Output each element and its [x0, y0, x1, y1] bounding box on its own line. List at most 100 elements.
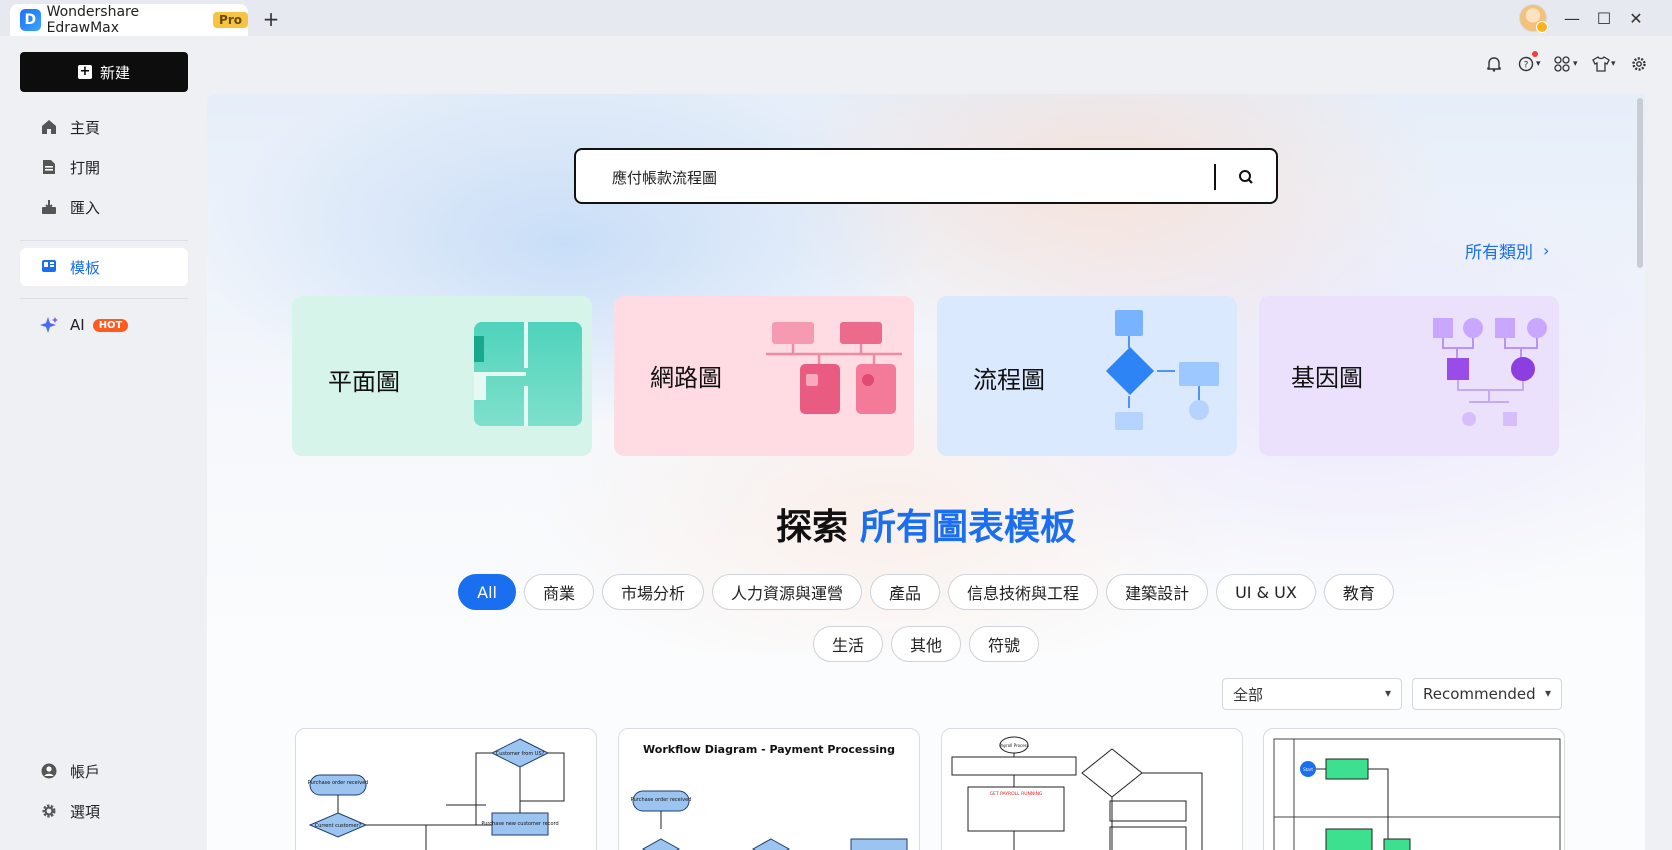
sidebar-item-ai[interactable]: AI HOT	[20, 306, 188, 344]
template-title: Workflow Diagram - Payment Processing	[643, 743, 895, 756]
search-box[interactable]: 應付帳款流程圖	[574, 148, 1278, 204]
explore-highlight: 所有圖表模板	[860, 507, 1077, 548]
chip-hr-operations[interactable]: 人力資源與運營	[712, 574, 863, 610]
chevron-right-icon: ›	[1543, 241, 1550, 260]
template-label: Purchase order received	[308, 780, 369, 786]
apps-icon[interactable]: ▾	[1554, 52, 1578, 76]
title-bar: D Wondershare EdrawMax Pro + — ☐ ✕	[0, 0, 1672, 36]
category-card-network[interactable]: 網路圖	[614, 296, 914, 456]
search-icon[interactable]	[1236, 167, 1256, 187]
genogram-icon	[1433, 318, 1547, 426]
template-thumbnail: Purchase order received Current customer…	[308, 738, 565, 850]
app-tab[interactable]: D Wondershare EdrawMax Pro	[10, 4, 248, 36]
chip-other[interactable]: 其他	[890, 626, 961, 662]
sidebar-item-account[interactable]: 帳戶	[20, 752, 188, 790]
sidebar: + 新建 主頁 打開 匯入 模板 AI HOT 帳戶 選項	[0, 36, 207, 850]
chip-it-engineering[interactable]: 信息技術與工程	[948, 574, 1099, 610]
template-gallery: 應付帳款流程圖 所有類別 › 平面圖 網路圖 流程圖 基因圖 探索 所有圖表模板…	[207, 94, 1645, 850]
category-card-label: 基因圖	[1291, 364, 1363, 392]
sidebar-item-label: 選項	[70, 802, 101, 821]
template-label: Payroll Process	[999, 743, 1029, 748]
gear-icon	[40, 802, 58, 820]
template-label: GET PAYROLL RUNNING	[990, 791, 1043, 797]
template-card[interactable]: Workflow Diagram - Payment Processing Pu…	[618, 728, 920, 850]
template-card[interactable]: Start	[1263, 728, 1565, 850]
chip-life[interactable]: 生活	[812, 626, 883, 662]
sidebar-item-import[interactable]: 匯入	[20, 188, 188, 226]
notification-dot	[1532, 51, 1538, 57]
category-card-flowchart[interactable]: 流程圖	[937, 296, 1237, 456]
app-name: Wondershare EdrawMax	[46, 4, 140, 36]
new-tab-button[interactable]: +	[258, 6, 284, 32]
template-thumbnail: Start	[1273, 738, 1561, 850]
scrollbar[interactable]	[1637, 98, 1643, 268]
template-card[interactable]: Purchase order received Current customer…	[295, 728, 597, 850]
search-input[interactable]: 應付帳款流程圖	[612, 167, 717, 188]
chip-product[interactable]: 產品	[870, 574, 941, 610]
sidebar-item-label: 主頁	[70, 118, 101, 137]
sidebar-item-home[interactable]: 主頁	[20, 108, 188, 146]
edrawmax-logo-icon: D	[20, 9, 41, 31]
category-card-label: 平面圖	[328, 368, 400, 396]
explore-heading: 探索 所有圖表模板	[207, 498, 1645, 550]
settings-icon[interactable]	[1631, 52, 1647, 76]
category-card-label: 網路圖	[650, 364, 722, 392]
scope-dropdown[interactable]: 全部 ▾	[1222, 678, 1402, 710]
filter-chips-row-2: 生活 其他 符號	[207, 626, 1645, 662]
sidebar-item-label: AI	[70, 316, 85, 334]
user-avatar[interactable]	[1519, 4, 1548, 33]
sidebar-item-label: 模板	[70, 258, 101, 277]
hot-badge: HOT	[92, 318, 129, 332]
file-icon	[40, 158, 58, 176]
chip-symbols[interactable]: 符號	[969, 626, 1040, 662]
network-diagram-icon	[766, 322, 902, 414]
sidebar-item-options[interactable]: 選項	[20, 792, 188, 830]
chip-marketing[interactable]: 市場分析	[602, 574, 705, 610]
search-cursor	[1214, 164, 1216, 190]
new-button[interactable]: + 新建	[20, 52, 188, 92]
chip-education[interactable]: 教育	[1323, 574, 1394, 610]
sort-dropdown[interactable]: Recommended ▾	[1412, 678, 1562, 710]
maximize-button[interactable]: ☐	[1592, 6, 1616, 30]
shirt-icon[interactable]: ▾	[1592, 52, 1616, 76]
chip-ui-ux[interactable]: UI & UX	[1216, 574, 1316, 610]
flowchart-icon	[1105, 310, 1219, 430]
sidebar-item-templates[interactable]: 模板	[20, 248, 188, 286]
category-card-genogram[interactable]: 基因圖	[1259, 296, 1559, 456]
category-card-label: 流程圖	[973, 366, 1045, 394]
template-card[interactable]: Payroll Process GET PAYROLL RUNNING	[941, 728, 1243, 850]
chevron-down-icon: ▾	[1544, 686, 1551, 700]
pro-badge: Pro	[213, 12, 248, 28]
ai-sparkle-icon	[40, 316, 58, 334]
scope-dropdown-value: 全部	[1233, 685, 1264, 704]
explore-prefix: 探索	[775, 507, 848, 548]
chip-architecture[interactable]: 建築設計	[1106, 574, 1209, 610]
sort-dropdown-value: Recommended	[1423, 685, 1536, 703]
floor-plan-icon	[474, 322, 582, 426]
new-button-label: 新建	[99, 63, 130, 82]
minimize-button[interactable]: —	[1560, 6, 1584, 30]
close-button[interactable]: ✕	[1624, 6, 1648, 30]
template-label: Customer from US?	[496, 751, 545, 757]
sidebar-item-label: 匯入	[70, 198, 101, 217]
filter-chips-row-1: All 商業 市場分析 人力資源與運營 產品 信息技術與工程 建築設計 UI &…	[207, 574, 1645, 610]
bell-icon[interactable]	[1486, 52, 1502, 76]
all-categories-link[interactable]: 所有類別 ›	[1465, 238, 1549, 263]
template-label: Purchase new customer record	[481, 821, 558, 827]
sidebar-item-label: 打開	[70, 158, 101, 177]
sidebar-divider	[20, 240, 188, 241]
template-label: Purchase order received	[631, 797, 692, 803]
all-categories-label: 所有類別	[1465, 243, 1533, 263]
plus-icon: +	[77, 64, 92, 79]
chip-business[interactable]: 商業	[523, 574, 594, 610]
sidebar-item-label: 帳戶	[70, 762, 101, 781]
sidebar-item-open[interactable]: 打開	[20, 148, 188, 186]
category-card-floor-plan[interactable]: 平面圖	[292, 296, 592, 456]
template-label: Start	[1303, 767, 1313, 772]
template-icon	[40, 258, 58, 276]
chip-all[interactable]: All	[458, 574, 516, 610]
template-thumbnail: Payroll Process GET PAYROLL RUNNING	[951, 736, 1203, 850]
help-icon[interactable]: ? ▾	[1518, 51, 1546, 76]
sidebar-divider	[20, 298, 188, 299]
import-icon	[40, 198, 58, 216]
